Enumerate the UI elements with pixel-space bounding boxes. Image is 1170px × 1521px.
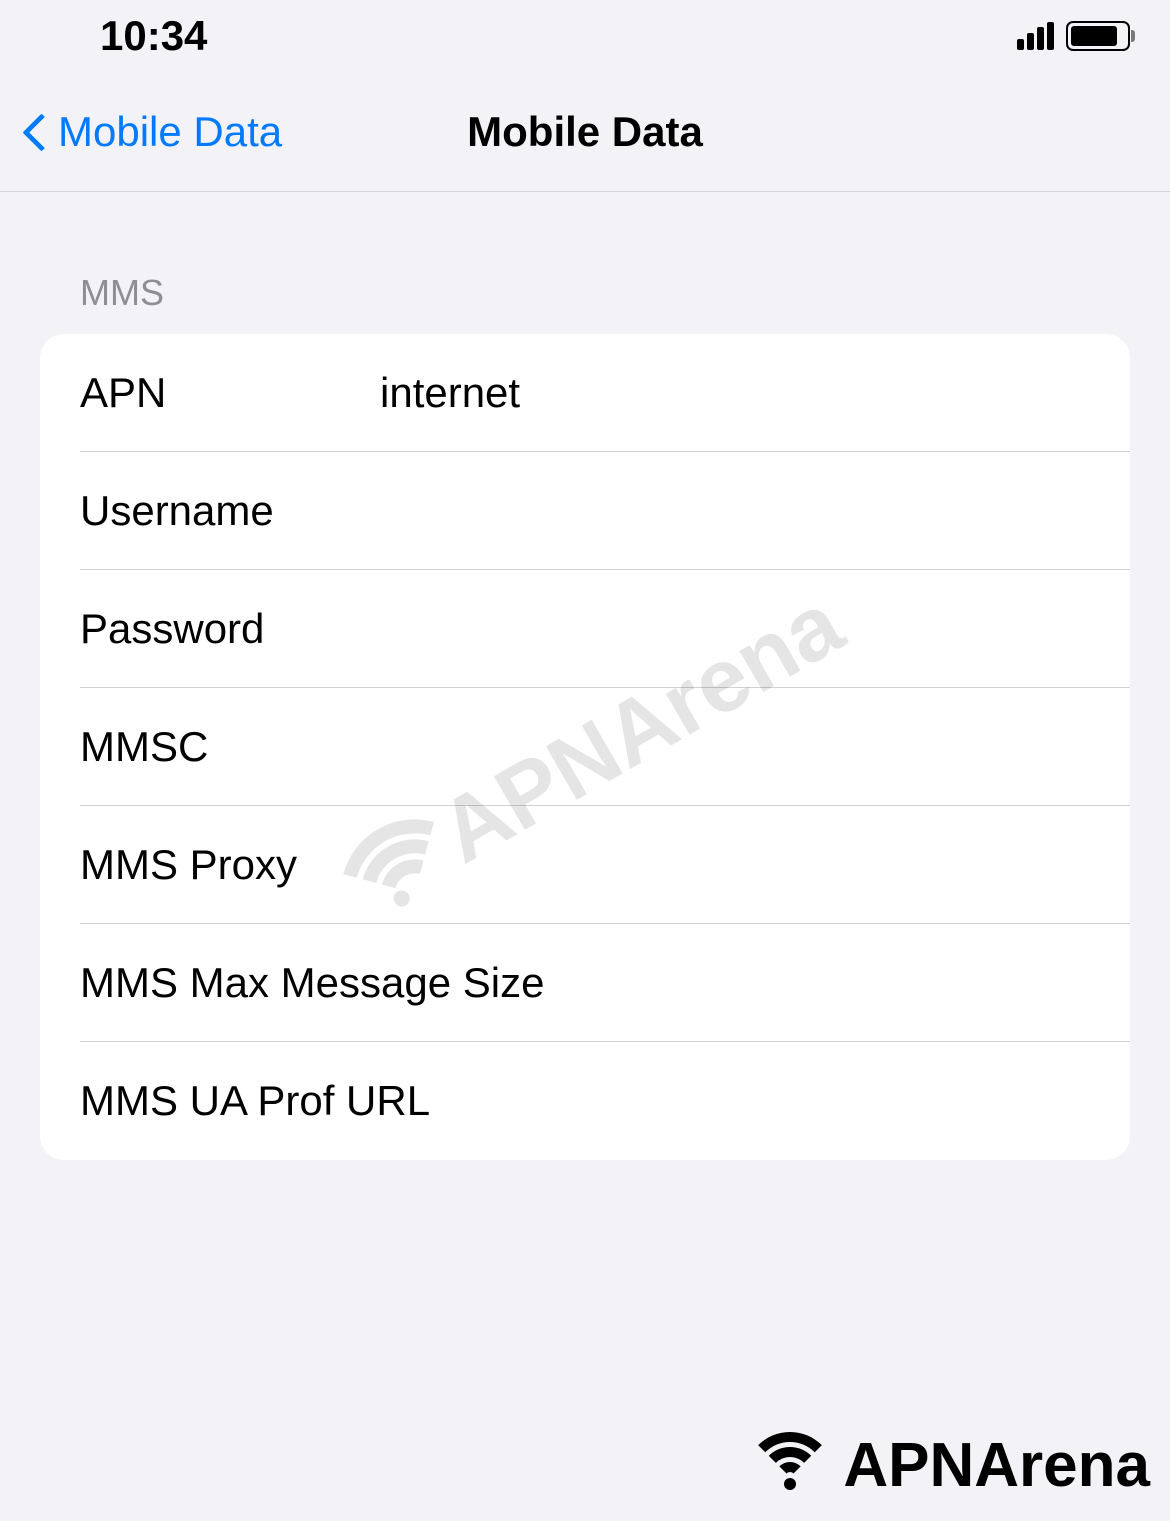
status-indicators: [1017, 21, 1130, 51]
apn-row[interactable]: APN: [40, 334, 1130, 452]
mms-max-size-row[interactable]: MMS Max Message Size: [40, 924, 1130, 1042]
username-input[interactable]: [380, 487, 1090, 535]
footer-logo: APNArena: [745, 1430, 1150, 1501]
page-title: Mobile Data: [467, 108, 703, 156]
wifi-icon: [745, 1432, 835, 1500]
back-button[interactable]: Mobile Data: [0, 107, 282, 157]
password-input[interactable]: [380, 605, 1090, 653]
back-label: Mobile Data: [58, 108, 282, 156]
mms-max-size-label: MMS Max Message Size: [80, 959, 544, 1007]
mmsc-input[interactable]: [380, 723, 1090, 771]
mms-max-size-input[interactable]: [544, 959, 1090, 1007]
mmsc-label: MMSC: [80, 723, 380, 771]
cellular-signal-icon: [1017, 22, 1054, 50]
username-row[interactable]: Username: [40, 452, 1130, 570]
navigation-bar: Mobile Data Mobile Data: [0, 72, 1170, 192]
chevron-left-icon: [20, 107, 50, 157]
mmsc-row[interactable]: MMSC: [40, 688, 1130, 806]
password-label: Password: [80, 605, 380, 653]
content-area: MMS APN Username Password MMSC MMS Proxy: [0, 192, 1170, 1160]
apn-label: APN: [80, 369, 380, 417]
mms-proxy-label: MMS Proxy: [80, 841, 380, 889]
username-label: Username: [80, 487, 380, 535]
status-time: 10:34: [100, 12, 207, 60]
apn-input[interactable]: [380, 369, 1090, 417]
footer-logo-text: APNArena: [843, 1430, 1150, 1501]
password-row[interactable]: Password: [40, 570, 1130, 688]
mms-ua-prof-row[interactable]: MMS UA Prof URL: [40, 1042, 1130, 1160]
mms-ua-prof-input[interactable]: [430, 1077, 1090, 1125]
mms-proxy-input[interactable]: [380, 841, 1090, 889]
status-bar: 10:34: [0, 0, 1170, 72]
settings-group: APN Username Password MMSC MMS Proxy MMS…: [40, 334, 1130, 1160]
mms-proxy-row[interactable]: MMS Proxy: [40, 806, 1130, 924]
section-header: MMS: [40, 272, 1130, 314]
battery-icon: [1066, 21, 1130, 51]
mms-ua-prof-label: MMS UA Prof URL: [80, 1077, 430, 1125]
